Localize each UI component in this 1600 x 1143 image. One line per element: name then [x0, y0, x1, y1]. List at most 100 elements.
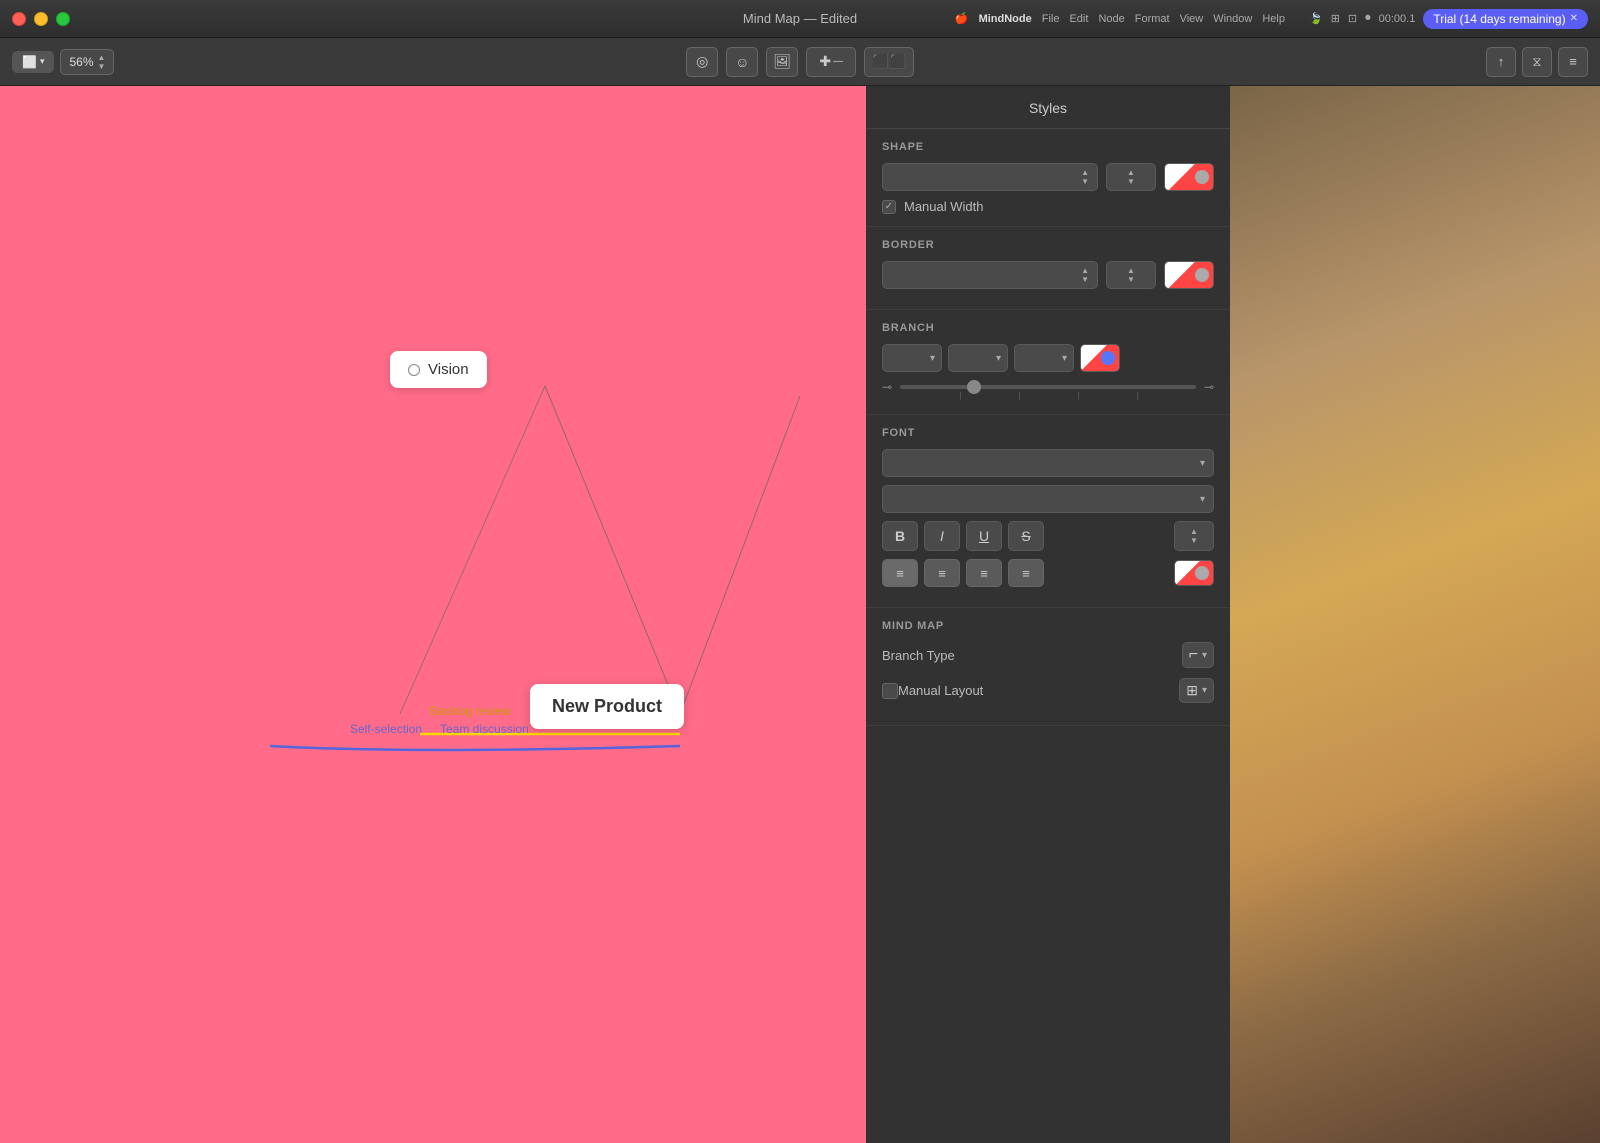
text-color-swatch[interactable] — [1174, 560, 1214, 586]
border-style-select[interactable]: ▲▼ — [882, 261, 1098, 289]
font-section: FONT ▾ ▾ B I U S — [866, 415, 1230, 608]
add-connection-button[interactable]: ✚ — — [806, 47, 856, 77]
branch-taper-slider[interactable]: | | | | — [900, 385, 1196, 389]
branch-weight-chevron: ▾ — [996, 353, 1001, 364]
shape-color-swatch[interactable] — [1164, 163, 1214, 191]
link-button[interactable]: ⬛⬛ — [864, 47, 914, 77]
node-new-product[interactable]: New Product — [530, 684, 684, 729]
mind-map-section-title: MIND MAP — [882, 620, 1214, 632]
menu-window[interactable]: Window — [1213, 13, 1252, 25]
shape-size-stepper[interactable]: ▲▼ — [1106, 163, 1156, 191]
titlebar: Mind Map — Edited 🍎 MindNode File Edit N… — [0, 0, 1600, 38]
manual-layout-control[interactable]: ⊞ ▾ — [1179, 678, 1214, 703]
canvas-area[interactable]: Vision New Product Backlog review Self-s… — [0, 86, 866, 1143]
menu-edit[interactable]: Edit — [1069, 13, 1088, 25]
trial-badge-close[interactable]: ✕ — [1570, 13, 1578, 24]
branch-style-select[interactable]: ▾ — [882, 344, 942, 372]
minimize-button[interactable] — [34, 12, 48, 26]
outline-button[interactable]: ≡ — [1558, 47, 1588, 77]
image-icon: 🖼 — [773, 53, 791, 70]
menu-node[interactable]: Node — [1098, 13, 1124, 25]
maximize-button[interactable] — [56, 12, 70, 26]
align-left-button[interactable]: ≡ — [882, 559, 918, 587]
outline-icon: ≡ — [1569, 54, 1577, 69]
shape-style-select[interactable]: ▲▼ — [882, 163, 1098, 191]
border-size-stepper[interactable]: ▲▼ — [1106, 261, 1156, 289]
align-left-icon: ≡ — [896, 566, 904, 581]
branch-lines — [0, 86, 866, 1143]
manual-layout-checkbox[interactable] — [882, 683, 898, 699]
border-color-swatch[interactable] — [1164, 261, 1214, 289]
underline-button[interactable]: U — [966, 521, 1002, 551]
italic-button[interactable]: I — [924, 521, 960, 551]
toolbar-left: ⬜ ▾ 56% ▲▼ — [12, 49, 114, 75]
branch-size-select[interactable]: ▾ — [1014, 344, 1074, 372]
system-icon-leaf: 🍃 — [1309, 12, 1323, 25]
focus-icon: ◎ — [696, 53, 708, 70]
branch-weight-select[interactable]: ▾ — [948, 344, 1008, 372]
view-mode-chevron: ▾ — [40, 56, 45, 67]
font-family-select[interactable]: ▾ — [882, 449, 1214, 477]
bold-button[interactable]: B — [882, 521, 918, 551]
align-center-button[interactable]: ≡ — [924, 559, 960, 587]
align-justify-button[interactable]: ≡ — [1008, 559, 1044, 587]
close-button[interactable] — [12, 12, 26, 26]
manual-layout-chevron: ▾ — [1202, 685, 1207, 696]
manual-layout-label: Manual Layout — [898, 683, 983, 698]
align-right-button[interactable]: ≡ — [966, 559, 1002, 587]
menu-mindnode: MindNode — [979, 13, 1032, 25]
shape-color-dot — [1195, 170, 1209, 184]
self-selection-label: Self-selection — [350, 722, 422, 736]
shape-style-stepper[interactable]: ▲▼ — [1081, 168, 1089, 186]
manual-width-checkbox[interactable]: ✓ — [882, 200, 896, 214]
view-mode-icon: ⬜ — [22, 55, 37, 69]
view-mode-button[interactable]: ⬜ ▾ — [12, 51, 54, 73]
italic-icon: I — [940, 528, 944, 544]
font-style-chevron: ▾ — [1200, 494, 1205, 505]
focus-button[interactable]: ◎ — [686, 47, 718, 77]
branch-type-row: Branch Type ⌐ ▾ — [882, 642, 1214, 668]
font-family-chevron: ▾ — [1200, 458, 1205, 469]
menu-help[interactable]: Help — [1262, 13, 1285, 25]
branch-taper-row: ⊸ | | | | ⊸ — [882, 380, 1214, 394]
shape-section: SHAPE ▲▼ ▲▼ ✓ Manual Width — [866, 129, 1230, 227]
menu-view[interactable]: View — [1180, 13, 1204, 25]
backlog-label: Backlog review — [430, 704, 511, 718]
menu-format[interactable]: Format — [1135, 13, 1170, 25]
font-style-select[interactable]: ▾ — [882, 485, 1214, 513]
strikethrough-button[interactable]: S — [1008, 521, 1044, 551]
connection-bars-icon: — — [833, 56, 843, 67]
node-vision[interactable]: Vision — [390, 351, 487, 388]
filter-icon: ⧖ — [1532, 54, 1541, 70]
image-button[interactable]: 🖼 — [766, 47, 798, 77]
system-icon-grid: ⊞ — [1331, 12, 1340, 25]
slider-thumb — [967, 380, 981, 394]
trial-badge[interactable]: Trial (14 days remaining) ✕ — [1423, 9, 1588, 29]
align-center-icon: ≡ — [938, 566, 946, 581]
share-button[interactable]: ↑ — [1486, 47, 1516, 77]
border-style-stepper[interactable]: ▲▼ — [1081, 266, 1089, 284]
zoom-control[interactable]: 56% ▲▼ — [60, 49, 114, 75]
branch-type-control[interactable]: ⌐ ▾ — [1182, 642, 1214, 668]
menu-item-finder: 🍎 — [955, 12, 969, 25]
branch-color-swatch[interactable] — [1080, 344, 1120, 372]
branch-type-chevron: ▾ — [1202, 650, 1207, 661]
filter-button[interactable]: ⧖ — [1522, 47, 1552, 77]
zoom-level: 56% — [69, 55, 93, 69]
menu-file[interactable]: File — [1042, 13, 1060, 25]
slider-right-icon: ⊸ — [1204, 380, 1214, 394]
desktop-wallpaper — [1230, 86, 1600, 1143]
text-color-dot — [1195, 566, 1209, 580]
manual-width-row: ✓ Manual Width — [882, 199, 1214, 214]
system-icon-share: ⊡ — [1348, 12, 1357, 25]
zoom-stepper[interactable]: ▲▼ — [98, 53, 106, 71]
branch-size-chevron: ▾ — [1062, 353, 1067, 364]
bold-icon: B — [895, 528, 905, 544]
branch-section: BRANCH ▾ ▾ ▾ ⊸ — [866, 310, 1230, 415]
font-size-stepper[interactable]: ▲▼ — [1174, 521, 1214, 551]
share-icon: ↑ — [1498, 54, 1505, 69]
slider-left-icon: ⊸ — [882, 380, 892, 394]
align-justify-icon: ≡ — [1022, 566, 1030, 581]
sticker-button[interactable]: ☺ — [726, 47, 758, 77]
toolbar-center: ◎ ☺ 🖼 ✚ — ⬛⬛ — [122, 47, 1478, 77]
